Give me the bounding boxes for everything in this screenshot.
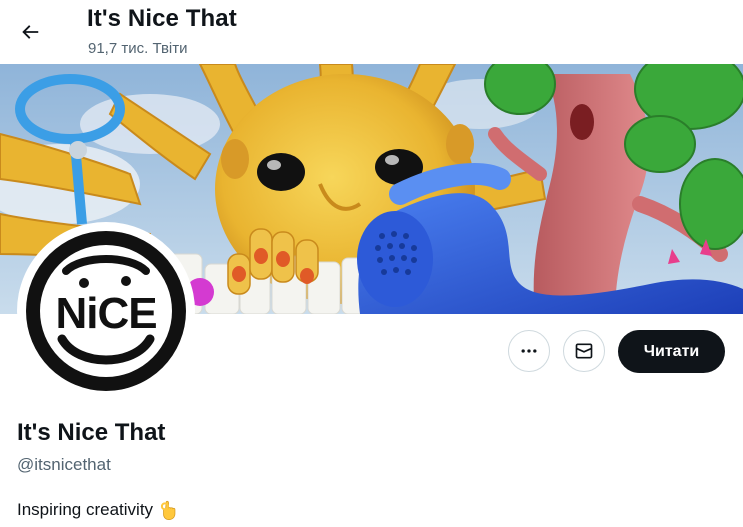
message-button[interactable] [563,330,605,372]
avatar-logo: NiCE [26,231,186,391]
more-button[interactable] [508,330,550,372]
back-button[interactable] [12,14,48,50]
profile-avatar[interactable]: NiCE [17,222,195,400]
more-horizontal-icon [521,349,537,353]
follow-button[interactable]: Читати [618,330,725,373]
profile-header: It's Nice That 91,7 тис. Твіти [0,0,743,64]
profile-display-name: It's Nice That [17,419,166,446]
profile-bio: Inspiring creativity [17,499,180,521]
arrow-left-icon [22,25,39,39]
envelope-icon [575,343,593,359]
profile-bio-text: Inspiring creativity [17,500,154,519]
header-post-count: 91,7 тис. Твіти [88,40,188,57]
header-title: It's Nice That [87,5,237,32]
ok-hand-icon [160,500,176,520]
profile-page: It's Nice That 91,7 тис. Твіти NiCE Чита… [0,0,743,527]
avatar-text: NiCE [55,289,156,338]
profile-handle: @itsnicethat [17,455,111,474]
